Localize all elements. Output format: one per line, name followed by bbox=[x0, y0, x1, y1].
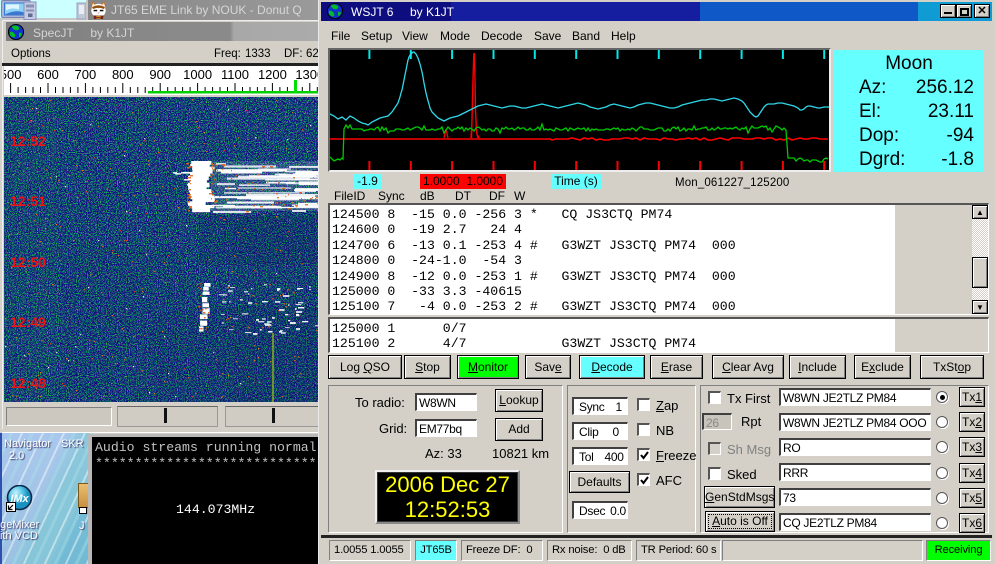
svg-text:1000: 1000 bbox=[183, 67, 212, 82]
svg-text:1100: 1100 bbox=[221, 67, 249, 82]
svg-text:600: 600 bbox=[37, 67, 59, 82]
svg-text:900: 900 bbox=[149, 67, 171, 82]
svg-text:12:49: 12:49 bbox=[10, 314, 46, 330]
svg-text:800: 800 bbox=[112, 67, 134, 82]
svg-text:12:48: 12:48 bbox=[10, 375, 46, 391]
svg-text:12:51: 12:51 bbox=[10, 193, 46, 209]
svg-text:700: 700 bbox=[75, 67, 97, 82]
svg-text:500: 500 bbox=[4, 67, 21, 82]
svg-text:1200: 1200 bbox=[258, 67, 287, 82]
svg-text:12:50: 12:50 bbox=[10, 254, 46, 270]
svg-text:12:52: 12:52 bbox=[10, 133, 46, 149]
